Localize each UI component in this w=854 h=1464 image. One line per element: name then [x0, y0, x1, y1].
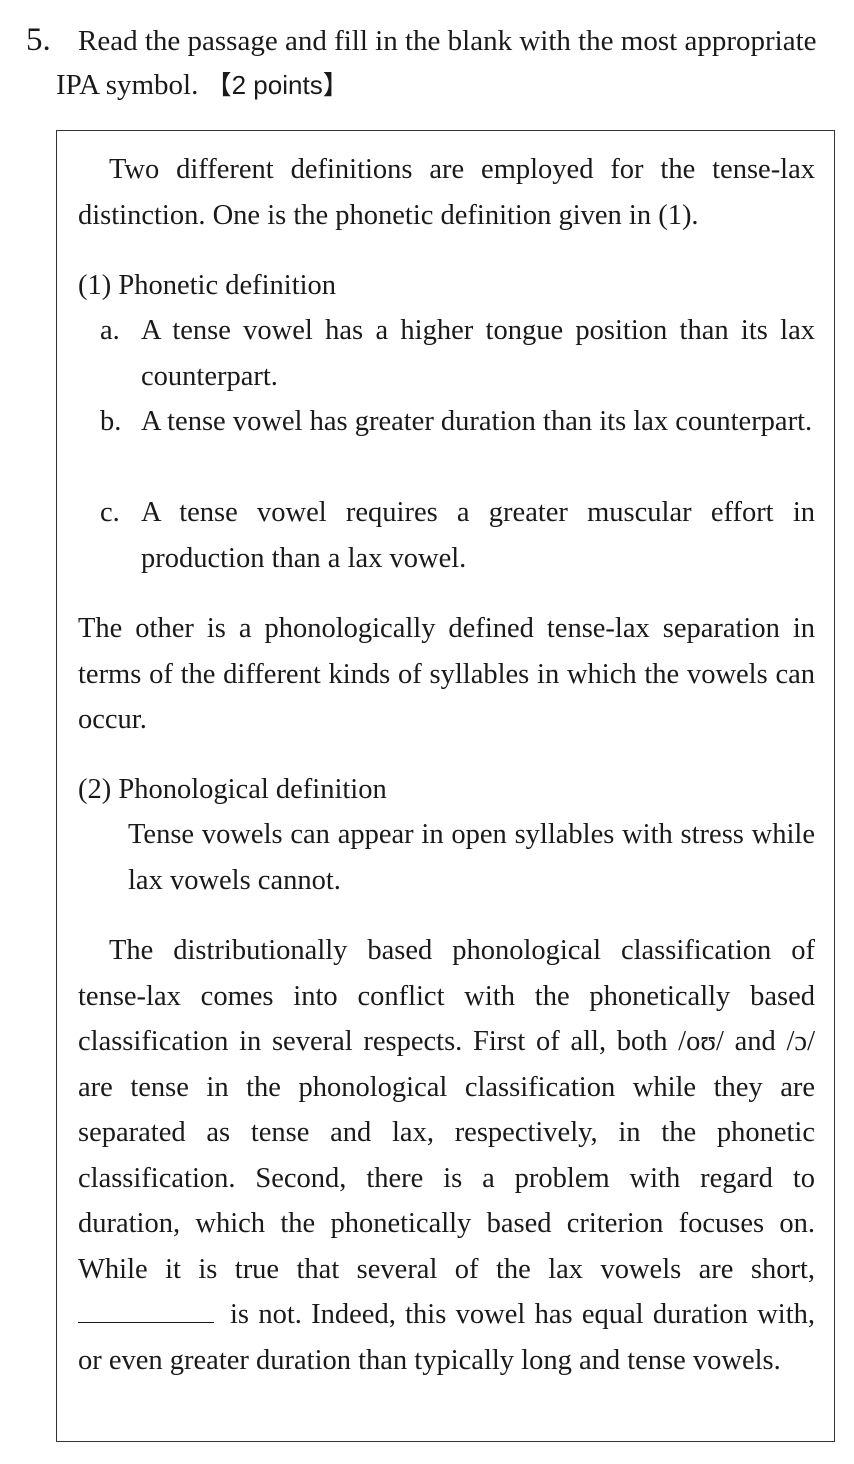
answer-blank[interactable]	[78, 1296, 214, 1323]
question-instruction-line2: IPA symbol.	[56, 69, 199, 101]
phonological-definition-text: Tense vowels can appear in open syllable…	[128, 819, 815, 896]
final-text-before-blank: The distributionally based phonological …	[78, 935, 815, 1285]
question-instruction-line2-wrap: IPA symbol. 【2 points】	[26, 63, 841, 107]
phonological-definition-title: (2) Phonological definition	[78, 774, 387, 805]
question-instruction-line1: Read the passage and fill in the blank w…	[78, 25, 817, 57]
passage-intro: Two different definitions are employed f…	[78, 154, 815, 231]
question-number: 5.	[26, 22, 51, 58]
definition-item-b: b. A tense vowel has greater duration th…	[100, 399, 815, 445]
question-header: 5. Read the passage and fill in the blank…	[26, 18, 841, 107]
phonetic-definition-title: (1) Phonetic definition	[78, 270, 337, 301]
definition-item-c: c. A tense vowel requires a greater musc…	[100, 490, 815, 581]
passage-final: The distributionally based phonological …	[78, 928, 815, 1383]
item-text: A tense vowel has a higher tongue positi…	[141, 315, 815, 392]
points-badge: 【2 points】	[205, 70, 349, 100]
item-label: c.	[100, 497, 120, 528]
item-text: A tense vowel requires a greater muscula…	[141, 497, 815, 574]
definition-item-a: a. A tense vowel has a higher tongue pos…	[100, 308, 815, 399]
passage-middle: The other is a phonologically defined te…	[78, 613, 815, 735]
item-label: b.	[100, 406, 122, 437]
item-label: a.	[100, 315, 120, 346]
item-text: A tense vowel has greater duration than …	[141, 406, 813, 437]
